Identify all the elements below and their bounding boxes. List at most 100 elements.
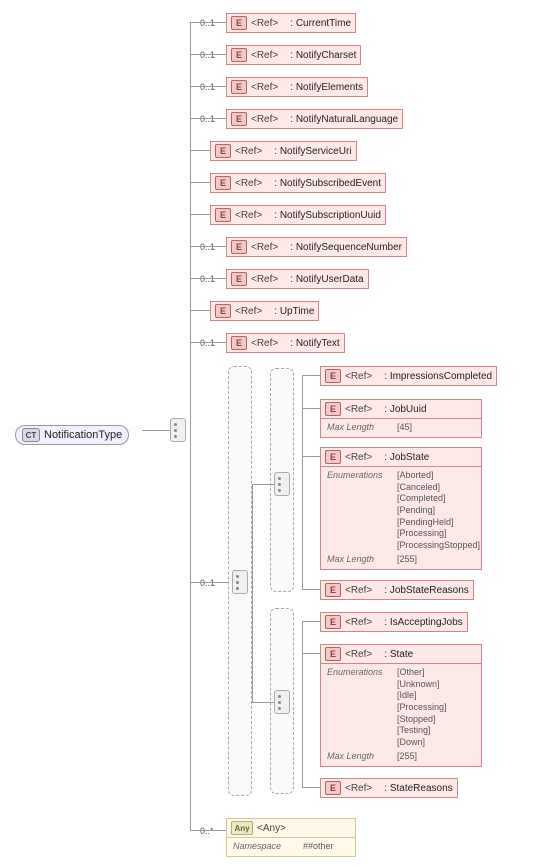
facet-label: Enumerations [327,667,391,749]
occurrence-label: 0..1 [200,50,215,60]
ref-tag: <Ref> [345,585,372,596]
connector [302,589,320,590]
ref-name: : JobStateReasons [376,585,469,596]
sequence-compositor-icon [274,472,290,496]
connector [190,22,191,830]
connector [190,150,210,151]
element-notify-sequence-number[interactable]: E<Ref>: NotifySequenceNumber [226,237,407,257]
connector [190,54,226,55]
occurrence-label: 0..1 [200,82,215,92]
connector [190,582,228,583]
connector [190,182,210,183]
element-badge-icon: E [215,144,231,158]
element-badge-icon: E [325,583,341,597]
connector [252,702,274,703]
connector [190,118,226,119]
root-complex-type[interactable]: CT NotificationType [15,425,129,445]
element-state-reasons[interactable]: E<Ref>: StateReasons [320,778,458,798]
facet-value-list: [Aborted][Canceled][Completed][Pending][… [397,470,480,552]
facet-label: Max Length [327,554,391,566]
ref-name: : ImpressionsCompleted [376,371,492,382]
element-any[interactable]: Any <Any> Namespace##other [226,818,356,857]
element-notify-subscription-uuid[interactable]: E <Ref> : NotifySubscriptionUuid [210,205,386,225]
occurrence-label: 0..1 [200,242,215,252]
facet-label: Enumerations [327,470,391,552]
element-notify-natural-language[interactable]: E<Ref>: NotifyNaturalLanguage [226,109,403,129]
element-badge-icon: E [231,80,247,94]
ref-name: : UpTime [266,306,314,317]
facet-value: [45] [397,422,412,434]
ref-name: : NotifyCharset [282,50,356,61]
facet-value: [255] [397,751,417,763]
ref-name: : JobState [376,452,429,463]
connector [302,375,320,376]
connector [190,22,226,23]
element-notify-service-uri[interactable]: E<Ref>: NotifyServiceUri [210,141,357,161]
element-badge-icon: E [231,48,247,62]
connector [190,830,226,831]
ref-tag: <Ref> [235,210,262,221]
ref-tag: <Ref> [251,242,278,253]
root-label: NotificationType [44,429,122,441]
element-badge-icon: E [325,647,341,661]
connector [190,86,226,87]
ref-name: : IsAcceptingJobs [376,617,462,628]
ref-name: : JobUuid [376,404,426,415]
occurrence-label: 0..1 [200,578,215,588]
ct-badge-icon: CT [22,428,40,442]
element-notify-user-data[interactable]: E<Ref>: NotifyUserData [226,269,369,289]
element-job-state[interactable]: E<Ref>: JobState Enumerations[Aborted][C… [320,447,482,570]
ref-name: : NotifyUserData [282,274,363,285]
element-current-time[interactable]: E <Ref> : CurrentTime [226,13,356,33]
element-badge-icon: E [215,304,231,318]
element-state[interactable]: E<Ref>: State Enumerations[Other][Unknow… [320,644,482,767]
connector [190,278,226,279]
connector [190,214,210,215]
ref-tag: <Ref> [251,338,278,349]
element-badge-icon: E [215,176,231,190]
connector [302,621,303,787]
occurrence-label: 0..1 [200,18,215,28]
facet-box: Enumerations[Aborted][Canceled][Complete… [320,467,482,570]
facet-label: Max Length [327,751,391,763]
element-job-uuid[interactable]: E <Ref> : JobUuid Max Length [45] [320,399,482,438]
occurrence-label: 0..1 [200,274,215,284]
facet-label: Max Length [327,422,391,434]
element-up-time[interactable]: E<Ref>: UpTime [210,301,319,321]
element-badge-icon: E [231,16,247,30]
ref-name: : State [376,649,413,660]
facet-box: Max Length [45] [320,419,482,438]
element-badge-icon: E [325,369,341,383]
element-badge-icon: E [325,402,341,416]
ref-name: : NotifySubscribedEvent [266,178,381,189]
facet-box: Namespace##other [226,838,356,857]
schema-diagram: CT NotificationType 0..1 E <Ref> : Curre… [10,10,537,857]
element-notify-elements[interactable]: E<Ref>: NotifyElements [226,77,368,97]
any-badge-icon: Any [231,821,253,835]
connector [142,430,170,431]
element-notify-subscribed-event[interactable]: E <Ref> : NotifySubscribedEvent [210,173,386,193]
element-notify-text[interactable]: E<Ref>: NotifyText [226,333,345,353]
element-impressions-completed[interactable]: E<Ref>: ImpressionsCompleted [320,366,497,386]
element-is-accepting-jobs[interactable]: E<Ref>: IsAcceptingJobs [320,612,468,632]
ref-tag: <Ref> [345,404,372,415]
element-job-state-reasons[interactable]: E <Ref> : JobStateReasons [320,580,474,600]
connector [252,484,253,702]
connector [302,653,320,654]
ref-name: : NotifySubscriptionUuid [266,210,381,221]
ref-name: : NotifyText [282,338,339,349]
ref-tag: <Ref> [251,82,278,93]
ref-tag: <Ref> [251,114,278,125]
connector [302,787,320,788]
element-badge-icon: E [215,208,231,222]
ref-tag: <Ref> [251,18,278,29]
ref-name: : StateReasons [376,783,452,794]
element-badge-icon: E [325,781,341,795]
element-notify-charset[interactable]: E <Ref> : NotifyCharset [226,45,361,65]
sequence-compositor-icon [274,690,290,714]
ref-tag: <Ref> [251,50,278,61]
ref-name: : NotifyNaturalLanguage [282,114,398,125]
ref-tag: <Ref> [345,452,372,463]
connector [302,621,320,622]
ref-tag: <Ref> [235,178,262,189]
